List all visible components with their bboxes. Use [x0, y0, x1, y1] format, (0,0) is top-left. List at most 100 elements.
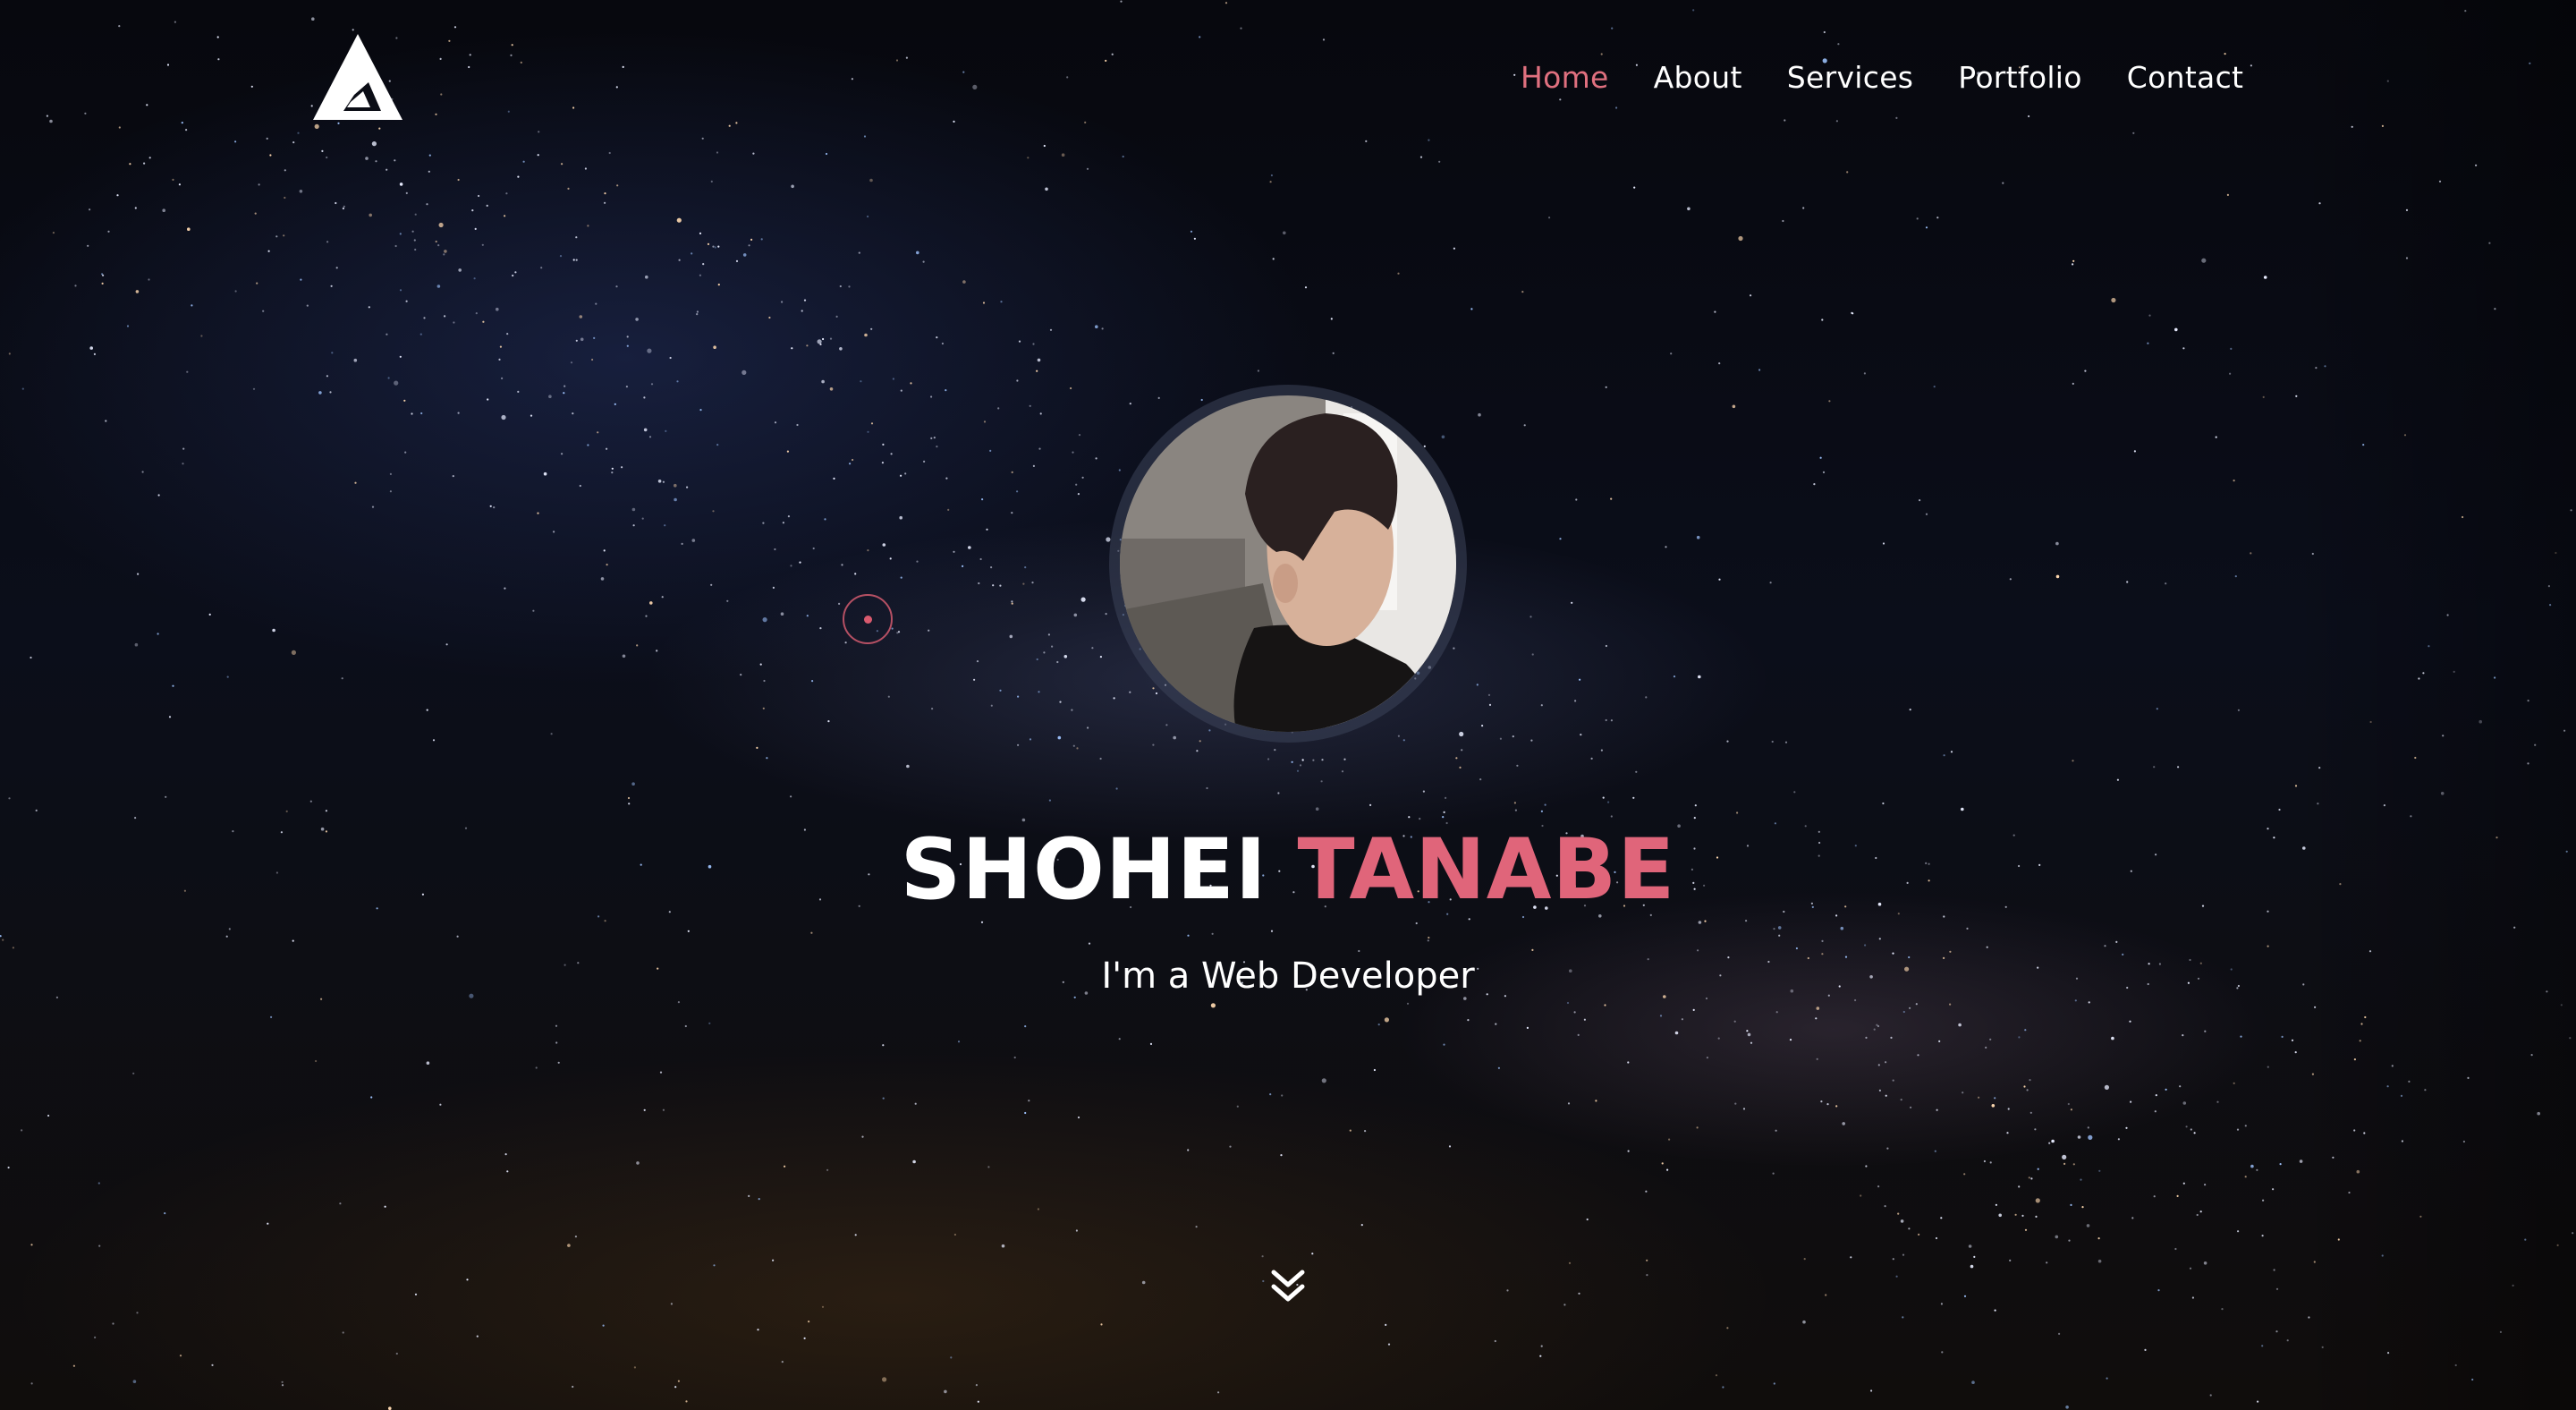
star [46, 115, 49, 117]
star [1531, 653, 1534, 656]
star [132, 1072, 135, 1074]
star [2267, 1066, 2269, 1068]
star [134, 642, 139, 647]
star [762, 617, 767, 623]
triangle-a-logo-icon[interactable] [311, 32, 404, 122]
star [2068, 1239, 2071, 1242]
star [914, 1102, 917, 1105]
star [2087, 1126, 2089, 1129]
star [228, 928, 231, 930]
star [185, 129, 188, 132]
star [912, 1159, 916, 1164]
star [2026, 1089, 2029, 1091]
star [1540, 810, 1543, 812]
star [1968, 1244, 1972, 1248]
star [1692, 1008, 1695, 1011]
star [420, 412, 423, 415]
star [1696, 1126, 1699, 1129]
star [839, 285, 842, 288]
star [1670, 352, 1673, 355]
star [191, 304, 193, 307]
star [1936, 217, 1939, 219]
star [2035, 1215, 2038, 1218]
star [387, 377, 390, 379]
star [2278, 808, 2281, 811]
star [1985, 1046, 1987, 1049]
star [1540, 704, 1543, 707]
star [1717, 1037, 1720, 1040]
star [896, 632, 899, 634]
star [1304, 286, 1308, 289]
star [435, 240, 437, 243]
star [2029, 1111, 2032, 1114]
profile-avatar [1120, 395, 1456, 732]
star [473, 277, 476, 280]
star [1610, 497, 1613, 500]
star [331, 352, 334, 354]
star [2263, 276, 2267, 279]
star [766, 757, 768, 760]
star [2055, 1235, 2059, 1239]
star [2191, 1296, 2194, 1299]
star [2165, 582, 2167, 585]
star [854, 1234, 857, 1236]
star [126, 325, 130, 327]
star [132, 1380, 137, 1383]
star [12, 947, 14, 949]
star [1061, 153, 1065, 157]
star [615, 86, 618, 89]
star [482, 320, 485, 323]
star [2028, 115, 2030, 118]
star [841, 564, 843, 566]
star [1173, 735, 1176, 740]
star [1846, 171, 1849, 174]
star [1645, 1190, 1648, 1193]
star [906, 764, 910, 769]
star [1918, 1233, 1920, 1236]
star [453, 321, 455, 324]
star [1605, 718, 1607, 722]
star [615, 285, 618, 288]
star [1890, 1036, 1893, 1039]
star [1574, 700, 1577, 702]
nav-services[interactable]: Services [1787, 55, 1914, 100]
star [162, 208, 165, 212]
star [1481, 725, 1484, 727]
double-chevron-down-icon[interactable] [1268, 1269, 1308, 1304]
star [2273, 1269, 2275, 1271]
star [1837, 43, 1840, 46]
star [300, 278, 302, 281]
star [632, 524, 635, 527]
nav-portfolio[interactable]: Portfolio [1958, 55, 2081, 100]
nav-home[interactable]: Home [1521, 55, 1609, 100]
star [168, 716, 172, 718]
star [329, 391, 332, 394]
star [587, 225, 589, 227]
star [1283, 231, 1286, 235]
star [622, 654, 626, 658]
star [1200, 398, 1203, 402]
star [1016, 490, 1019, 493]
star [2028, 1176, 2030, 1179]
star [1706, 1057, 1708, 1059]
star [1024, 566, 1027, 569]
nav-about[interactable]: About [1654, 55, 1742, 100]
star [790, 565, 792, 567]
star [944, 1389, 947, 1394]
star [643, 396, 646, 399]
star [1571, 601, 1573, 604]
star [2104, 945, 2106, 947]
star [1321, 759, 1324, 761]
star [606, 564, 608, 566]
star [882, 543, 886, 547]
star [2055, 574, 2060, 579]
star [1909, 1007, 1911, 1009]
nav-contact[interactable]: Contact [2127, 55, 2244, 100]
star [315, 1059, 318, 1063]
star [1438, 160, 1441, 163]
star [904, 472, 907, 475]
star [1277, 792, 1280, 794]
star [510, 54, 513, 56]
star [1578, 1292, 1580, 1295]
star [540, 267, 543, 269]
